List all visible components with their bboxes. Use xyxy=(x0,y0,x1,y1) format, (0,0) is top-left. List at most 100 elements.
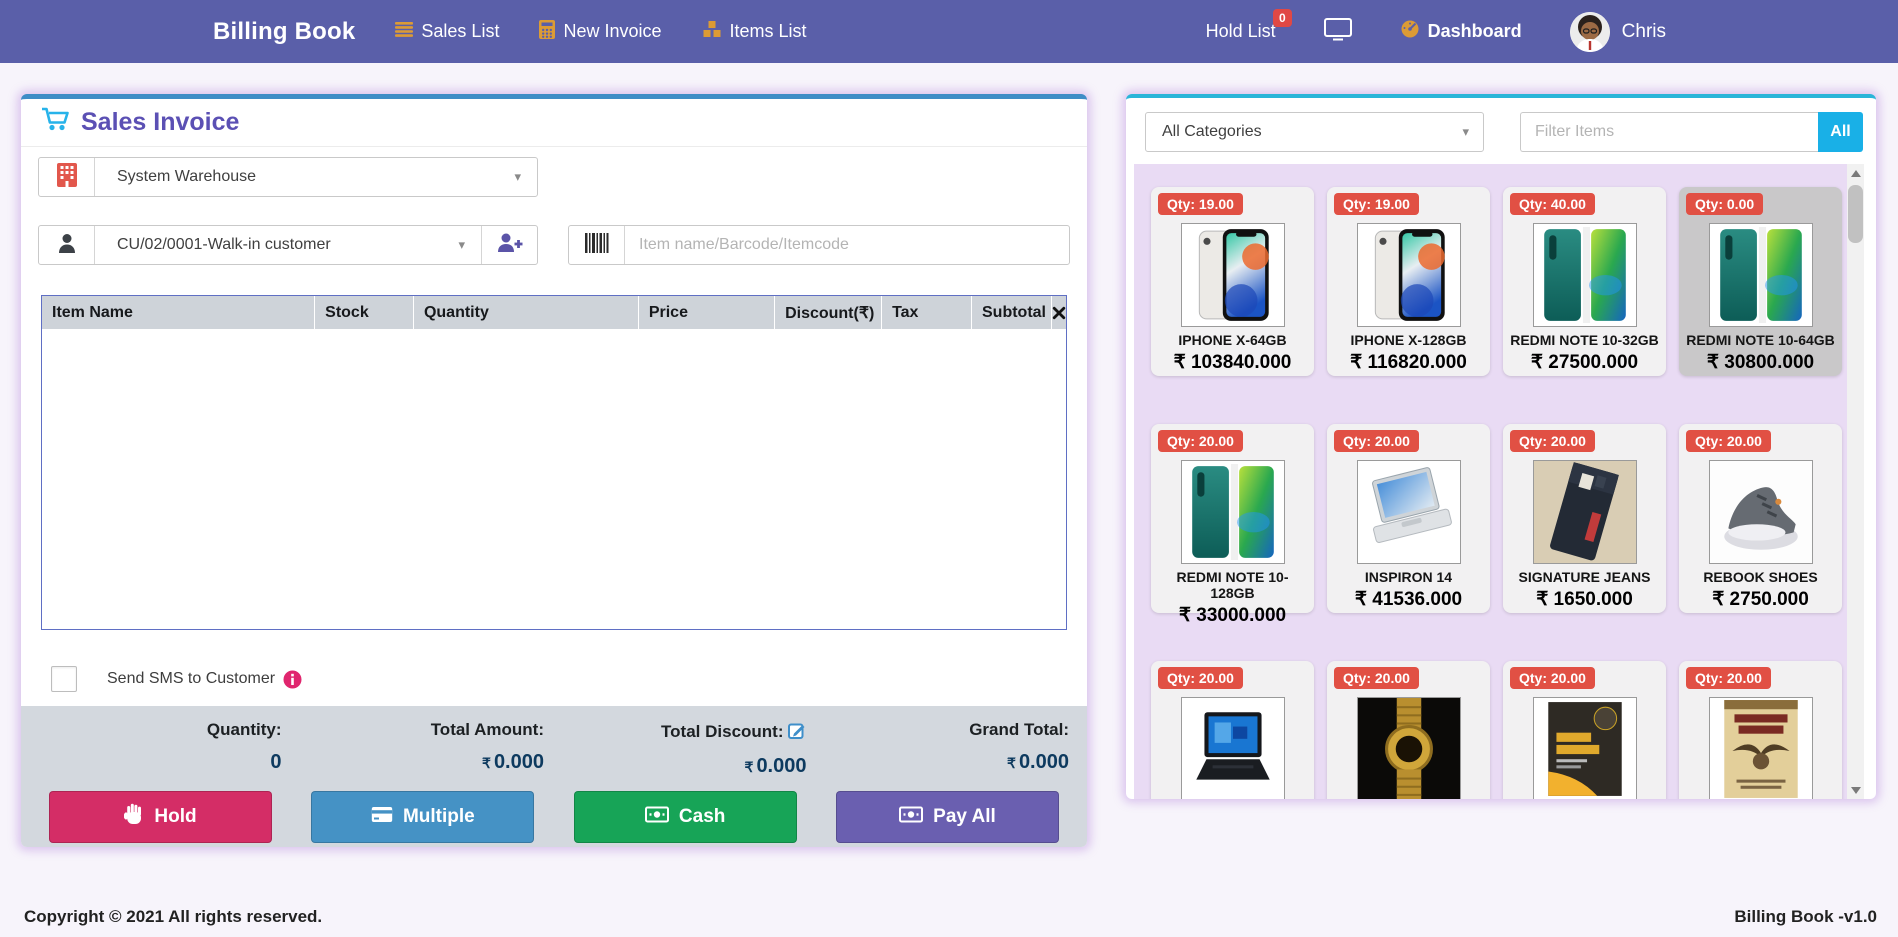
product-image xyxy=(1181,223,1285,327)
invoice-items-empty xyxy=(42,329,1066,629)
product-image xyxy=(1357,223,1461,327)
product-price: ₹ 1650.000 xyxy=(1503,588,1666,611)
product-card[interactable]: Qty: 20.00 INSPIRON 14 ₹ 41536.000 xyxy=(1327,424,1490,613)
product-grid-region: Qty: 19.00 IPHONE X-64GB ₹ 103840.000 Qt… xyxy=(1134,164,1864,799)
product-card[interactable]: Qty: 20.00 xyxy=(1327,661,1490,799)
customer-select-value: CU/02/0001-Walk-in customer xyxy=(117,236,331,254)
clear-all-items-button[interactable] xyxy=(1052,296,1066,329)
app-brand[interactable]: Billing Book xyxy=(213,18,355,46)
user-name: Chris xyxy=(1622,21,1666,43)
edit-discount-icon[interactable] xyxy=(788,720,807,744)
product-name: REDMI NOTE 10-32GB xyxy=(1503,332,1666,348)
product-card[interactable]: Qty: 40.00 REDMI NOTE 10-32GB ₹ 27500.00… xyxy=(1503,187,1666,376)
product-name: INSPIRON 14 xyxy=(1327,569,1490,585)
product-card[interactable]: Qty: 20.00 REDMI NOTE 10-128GB ₹ 33000.0… xyxy=(1151,424,1314,613)
qty-badge: Qty: 20.00 xyxy=(1158,430,1243,452)
multiple-pay-button[interactable]: Multiple xyxy=(311,791,534,843)
product-name: REBOOK SHOES xyxy=(1679,569,1842,585)
total-amount-cell: Total Amount: ₹0.000 xyxy=(292,720,555,778)
user-menu[interactable]: Chris xyxy=(1570,12,1666,52)
scroll-up-arrow[interactable] xyxy=(1847,164,1864,182)
rupee-symbol: ₹ xyxy=(745,759,754,775)
product-card[interactable]: Qty: 19.00 IPHONE X-128GB ₹ 116820.000 xyxy=(1327,187,1490,376)
invoice-panel-title: Sales Invoice xyxy=(81,108,239,137)
nav-dashboard[interactable]: Dashboard xyxy=(1400,20,1522,43)
chevron-down-icon: ▾ xyxy=(1462,124,1469,140)
money-bill-icon xyxy=(645,806,669,829)
warehouse-addon xyxy=(39,158,95,196)
quantity-value: 0 xyxy=(29,751,282,774)
nav-hold-list[interactable]: Hold List 0 xyxy=(1206,21,1276,42)
add-user-icon xyxy=(497,233,523,257)
product-name: REDMI NOTE 10-64GB xyxy=(1679,332,1842,348)
product-name: SIGNATURE JEANS xyxy=(1503,569,1666,585)
nav-items-list[interactable]: Items List xyxy=(702,20,807,43)
info-icon[interactable] xyxy=(283,670,302,689)
total-discount-cell: Total Discount: ₹0.000 xyxy=(554,720,817,778)
person-icon xyxy=(58,233,76,258)
qty-badge: Qty: 20.00 xyxy=(1334,430,1419,452)
product-price: ₹ 103840.000 xyxy=(1151,351,1314,374)
product-image xyxy=(1357,697,1461,799)
invoice-items-table: Item Name Stock Quantity Price Discount(… xyxy=(41,295,1067,630)
credit-card-icon xyxy=(371,806,393,829)
qty-badge: Qty: 20.00 xyxy=(1334,667,1419,689)
building-icon xyxy=(57,163,77,192)
nav-new-invoice[interactable]: New Invoice xyxy=(539,20,661,44)
quantity-label: Quantity: xyxy=(207,720,282,740)
cash-button[interactable]: Cash xyxy=(574,791,797,843)
customer-addon xyxy=(39,226,95,264)
product-card[interactable]: Qty: 20.00 xyxy=(1679,661,1842,799)
catalog-scrollbar[interactable] xyxy=(1847,164,1864,799)
scroll-down-arrow[interactable] xyxy=(1847,781,1864,799)
product-card[interactable]: Qty: 20.00 SIGNATURE JEANS ₹ 1650.000 xyxy=(1503,424,1666,613)
product-card-out-of-stock[interactable]: Qty: 0.00 REDMI NOTE 10-64GB ₹ 30800.000 xyxy=(1679,187,1842,376)
pay-all-button[interactable]: Pay All xyxy=(836,791,1059,843)
monitor-icon xyxy=(1324,18,1352,46)
add-customer-button[interactable] xyxy=(481,226,537,264)
product-card[interactable]: Qty: 20.00 xyxy=(1151,661,1314,799)
product-image xyxy=(1357,460,1461,564)
product-card[interactable]: Qty: 19.00 IPHONE X-64GB ₹ 103840.000 xyxy=(1151,187,1314,376)
product-price: ₹ 41536.000 xyxy=(1327,588,1490,611)
product-image xyxy=(1533,697,1637,799)
item-search-group xyxy=(568,225,1070,265)
page-footer: Copyright © 2021 All rights reserved. Bi… xyxy=(24,907,1877,927)
qty-badge: Qty: 20.00 xyxy=(1510,667,1595,689)
quantity-total-cell: Quantity: 0 xyxy=(29,720,292,778)
item-search-input[interactable] xyxy=(625,226,1069,264)
qty-badge: Qty: 0.00 xyxy=(1686,193,1763,215)
filter-items-input[interactable] xyxy=(1520,112,1818,152)
fullscreen-toggle[interactable] xyxy=(1324,18,1352,46)
category-select[interactable]: All Categories ▾ xyxy=(1145,112,1484,152)
filter-all-button[interactable]: All xyxy=(1818,112,1863,152)
product-card[interactable]: Qty: 20.00 xyxy=(1503,661,1666,799)
col-quantity: Quantity xyxy=(414,296,639,329)
hold-button[interactable]: Hold xyxy=(49,791,272,843)
hand-icon xyxy=(124,803,144,831)
col-discount: Discount(₹) xyxy=(775,296,882,329)
nav-sales-list[interactable]: Sales List xyxy=(395,21,499,42)
qty-badge: Qty: 19.00 xyxy=(1334,193,1419,215)
warehouse-select[interactable]: System Warehouse ▾ xyxy=(95,158,537,196)
customer-select[interactable]: CU/02/0001-Walk-in customer ▾ xyxy=(95,226,481,264)
invoice-panel-header: Sales Invoice xyxy=(21,99,1087,147)
chevron-down-icon: ▾ xyxy=(458,237,465,253)
qty-badge: Qty: 19.00 xyxy=(1158,193,1243,215)
calculator-icon xyxy=(539,20,555,44)
barcode-addon xyxy=(569,226,625,264)
send-sms-checkbox[interactable] xyxy=(51,666,77,692)
sales-invoice-panel: Sales Invoice System Warehouse ▾ xyxy=(21,94,1087,847)
scrollbar-thumb[interactable] xyxy=(1848,185,1863,243)
items-panel: All Categories ▾ All Qty: 19.00 IPHONE X… xyxy=(1126,94,1876,799)
avatar xyxy=(1570,12,1610,52)
chevron-down-icon: ▾ xyxy=(514,169,521,185)
product-price: ₹ 27500.000 xyxy=(1503,351,1666,374)
product-image xyxy=(1709,697,1813,799)
product-image xyxy=(1181,697,1285,799)
product-card[interactable]: Qty: 20.00 REBOOK SHOES ₹ 2750.000 xyxy=(1679,424,1842,613)
cubes-icon xyxy=(702,20,722,43)
nav-hold-list-label: Hold List xyxy=(1206,21,1276,42)
product-grid: Qty: 19.00 IPHONE X-64GB ₹ 103840.000 Qt… xyxy=(1134,164,1847,799)
cart-icon xyxy=(41,106,71,139)
